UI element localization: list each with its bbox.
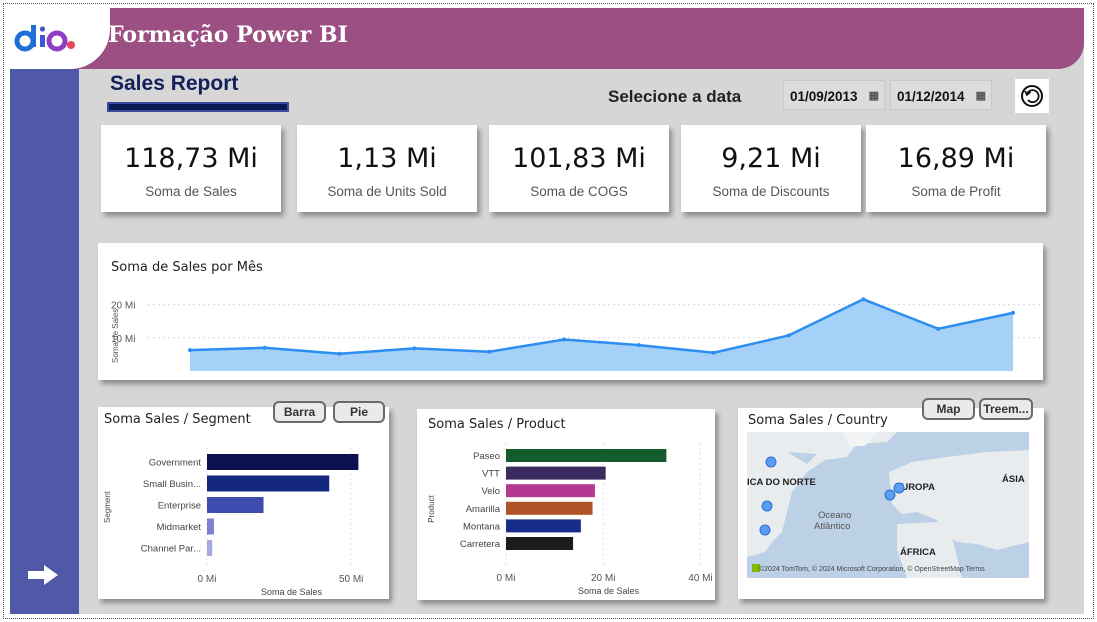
date-filter-label: Selecione a data	[608, 87, 742, 106]
y-axis-label: Soma de Sales	[111, 309, 120, 363]
kpi-card-sales: 118,73 Mi Soma de Sales	[101, 125, 281, 212]
kpi-label: Soma de Sales	[145, 184, 237, 199]
map-point-canada[interactable]	[765, 456, 777, 468]
arrow-right-icon[interactable]	[26, 562, 60, 588]
map-attribution: ©2024 TomTom, © 2024 Microsoft Corporati…	[759, 565, 985, 573]
country-chart-title: Soma Sales / Country	[748, 413, 888, 428]
bar[interactable]	[506, 449, 667, 462]
start-date-field[interactable]: 01/09/2013 ▦	[783, 80, 885, 110]
kpi-value: 101,83 Mi	[512, 143, 646, 174]
header-title: Formação Power BI	[108, 22, 348, 48]
kpi-card-discounts: 9,21 Mi Soma de Discounts	[681, 125, 861, 212]
x-tick-label: 0 Mi	[497, 573, 516, 584]
bar[interactable]	[207, 518, 214, 535]
country-map[interactable]: ICA DO NORTE EUROPA ÁSIA Oceano Atlântic…	[747, 432, 1029, 578]
data-point[interactable]	[487, 349, 492, 354]
data-point[interactable]	[1011, 310, 1015, 315]
map-point-germany[interactable]	[893, 482, 905, 494]
map-toggle-button[interactable]: Map	[922, 398, 975, 420]
map-point-france[interactable]	[884, 489, 896, 501]
calendar-icon[interactable]: ▦	[976, 89, 986, 102]
sales-by-month-card: Soma de Sales por Mês 10 Mi 20 Mi Soma de …	[98, 243, 1043, 380]
segment-card: Soma Sales / Segment Barra Pie 0 Mi 50 Mi…	[98, 401, 389, 599]
kpi-label: Soma de Profit	[911, 184, 1001, 199]
data-point[interactable]	[861, 297, 866, 302]
product-card: Soma Sales / Product 0 Mi 20 Mi 40 Mi Paseo…	[417, 409, 715, 600]
reset-icon	[1021, 85, 1043, 107]
data-point[interactable]	[337, 351, 342, 356]
country-card: Soma Sales / Country Map Treem... ICA DO…	[738, 398, 1044, 599]
sales-by-month-chart: 10 Mi20 MiSoma de Sales	[111, 297, 1043, 371]
bar[interactable]	[506, 466, 606, 480]
x-axis-label: Soma de Sales	[261, 587, 323, 597]
category-label: Government	[149, 458, 202, 469]
data-point[interactable]	[262, 345, 267, 350]
category-label: Carretera	[460, 539, 501, 550]
category-label: Small Busin...	[143, 479, 201, 490]
y-axis-label: Product	[427, 494, 436, 522]
map-point-mexico[interactable]	[759, 524, 771, 536]
kpi-value: 9,21 Mi	[721, 143, 821, 174]
map-label: ÁFRICA	[900, 547, 936, 558]
reset-button[interactable]	[1015, 79, 1049, 113]
bar[interactable]	[506, 484, 595, 498]
category-label: Amarilla	[466, 504, 501, 515]
kpi-label: Soma de Units Sold	[327, 184, 447, 199]
bar[interactable]	[506, 537, 574, 550]
bar[interactable]	[207, 497, 264, 513]
end-date-field[interactable]: 01/12/2014 ▦	[890, 80, 992, 110]
product-bar-chart: 0 Mi 20 Mi 40 Mi Paseo VTT Velo Amarilla Montan…	[427, 443, 713, 596]
calendar-icon[interactable]: ▦	[869, 89, 879, 102]
bar[interactable]	[207, 475, 330, 492]
bar[interactable]	[207, 454, 359, 470]
category-label: Channel Par...	[141, 544, 201, 555]
x-tick-label: 40 Mi	[688, 573, 712, 584]
sidebar	[10, 69, 79, 614]
bar[interactable]	[506, 501, 593, 515]
kpi-value: 16,89 Mi	[897, 143, 1015, 174]
kpi-card-units-sold: 1,13 Mi Soma de Units Sold	[297, 125, 477, 212]
x-tick-label: 20 Mi	[591, 573, 615, 584]
header-banner: Formação Power BI	[10, 8, 1084, 69]
data-point[interactable]	[711, 350, 716, 355]
kpi-card-cogs: 101,83 Mi Soma de COGS	[489, 125, 669, 212]
y-axis-label: Segment	[103, 490, 112, 523]
data-point[interactable]	[786, 333, 791, 338]
bar[interactable]	[506, 519, 581, 533]
report-canvas: Formação Power BI Sales Report Selecione…	[10, 8, 1084, 614]
data-point[interactable]	[636, 343, 641, 348]
map-label: ÁSIA	[1002, 474, 1025, 485]
treemap-toggle-button[interactable]: Treem...	[979, 398, 1033, 420]
kpi-label: Soma de COGS	[530, 184, 628, 199]
category-label: Midmarket	[157, 522, 202, 533]
map-label: Atlântico	[814, 521, 850, 532]
bar[interactable]	[207, 540, 213, 556]
report-title: Sales Report	[110, 72, 239, 95]
data-point[interactable]	[936, 326, 941, 331]
kpi-label: Soma de Discounts	[712, 184, 830, 199]
x-tick-label: 0 Mi	[198, 574, 217, 585]
data-point[interactable]	[562, 337, 567, 342]
data-point[interactable]	[188, 348, 192, 353]
map-label: ICA DO NORTE	[747, 477, 816, 488]
kpi-card-profit: 16,89 Mi Soma de Profit	[866, 125, 1046, 212]
start-date-value: 01/09/2013	[790, 89, 858, 104]
dio-logo-icon	[14, 25, 75, 52]
end-date-value: 01/12/2014	[897, 89, 965, 104]
kpi-value: 1,13 Mi	[337, 143, 437, 174]
segment-bar-chart: 0 Mi 50 Mi Government Small Busin... Enterpr…	[103, 448, 363, 597]
kpi-value: 118,73 Mi	[124, 143, 258, 174]
data-point[interactable]	[412, 346, 417, 351]
category-label: VTT	[482, 469, 500, 480]
x-axis-label: Soma de Sales	[578, 586, 640, 596]
dio-logo	[10, 8, 110, 69]
category-label: Enterprise	[158, 501, 201, 512]
category-label: Montana	[463, 521, 501, 532]
category-label: Paseo	[473, 451, 500, 462]
category-label: Velo	[482, 486, 501, 497]
title-underline	[107, 102, 289, 112]
x-tick-label: 50 Mi	[339, 574, 363, 585]
map-label: Oceano	[818, 510, 851, 521]
map-point-usa[interactable]	[761, 500, 773, 512]
